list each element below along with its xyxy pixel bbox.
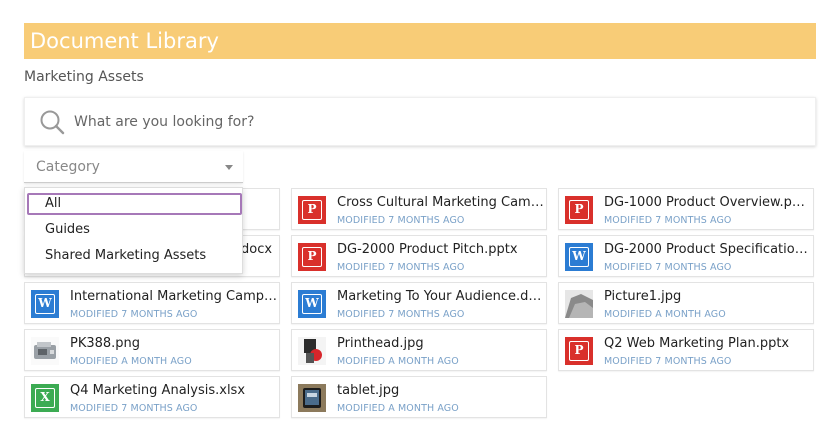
- category-dropdown-menu: All Guides Shared Marketing Assets: [24, 187, 243, 274]
- file-card[interactable]: P DG-2000 Product Pitch.pptx MODIFIED 7 …: [291, 235, 547, 277]
- file-card[interactable]: P Cross Cultural Marketing Campaig... MO…: [291, 188, 547, 230]
- file-name[interactable]: tablet.jpg: [337, 383, 545, 398]
- file-modified: MODIFIED 7 MONTHS AGO: [604, 215, 732, 226]
- file-name[interactable]: Q2 Web Marketing Plan.pptx: [604, 336, 812, 351]
- file-name[interactable]: International Marketing Campaig...: [70, 289, 278, 304]
- file-modified: MODIFIED A MONTH AGO: [337, 403, 459, 414]
- word-icon: W: [298, 290, 326, 318]
- library-subtitle: Marketing Assets: [24, 69, 144, 85]
- file-modified: MODIFIED 7 MONTHS AGO: [337, 215, 465, 226]
- file-card[interactable]: P Q2 Web Marketing Plan.pptx MODIFIED 7 …: [558, 329, 814, 371]
- file-card[interactable]: W International Marketing Campaig... MOD…: [24, 282, 280, 324]
- search-input[interactable]: [74, 110, 774, 134]
- pdf-icon: P: [298, 243, 326, 271]
- file-name[interactable]: Picture1.jpg: [604, 289, 812, 304]
- file-name[interactable]: Cross Cultural Marketing Campaig...: [337, 195, 545, 210]
- word-icon: W: [565, 243, 593, 271]
- search-icon[interactable]: [39, 109, 65, 135]
- file-modified: MODIFIED 7 MONTHS AGO: [604, 356, 732, 367]
- file-name[interactable]: Q4 Marketing Analysis.xlsx: [70, 383, 278, 398]
- page-title: Document Library: [24, 23, 816, 59]
- file-name[interactable]: PK388.png: [70, 336, 278, 351]
- category-select[interactable]: Category: [24, 151, 243, 183]
- file-name[interactable]: DG-2000 Product Specification.docx: [604, 242, 812, 257]
- excel-icon: X: [31, 384, 59, 412]
- category-option-shared-marketing-assets[interactable]: Shared Marketing Assets: [27, 245, 242, 267]
- file-card[interactable]: W DG-2000 Product Specification.docx MOD…: [558, 235, 814, 277]
- file-modified: MODIFIED A MONTH AGO: [70, 356, 192, 367]
- file-name[interactable]: DG-1000 Product Overview.pptx: [604, 195, 812, 210]
- file-name[interactable]: Printhead.jpg: [337, 336, 545, 351]
- pdf-icon: P: [565, 196, 593, 224]
- image-thumbnail: [298, 337, 326, 365]
- category-placeholder: Category: [36, 159, 100, 175]
- file-modified: MODIFIED 7 MONTHS AGO: [70, 309, 198, 320]
- file-modified: MODIFIED 7 MONTHS AGO: [70, 403, 198, 414]
- pdf-icon: P: [565, 337, 593, 365]
- chevron-down-icon: [225, 165, 233, 170]
- category-option-all[interactable]: All: [27, 193, 242, 215]
- file-card[interactable]: tablet.jpg MODIFIED A MONTH AGO: [291, 376, 547, 418]
- file-card[interactable]: PK388.png MODIFIED A MONTH AGO: [24, 329, 280, 371]
- file-card[interactable]: Printhead.jpg MODIFIED A MONTH AGO: [291, 329, 547, 371]
- file-card[interactable]: X Q4 Marketing Analysis.xlsx MODIFIED 7 …: [24, 376, 280, 418]
- file-name[interactable]: DG-2000 Product Pitch.pptx: [337, 242, 545, 257]
- pdf-icon: P: [298, 196, 326, 224]
- file-card[interactable]: Picture1.jpg MODIFIED A MONTH AGO: [558, 282, 814, 324]
- file-modified: MODIFIED A MONTH AGO: [604, 309, 726, 320]
- search-bar: [24, 97, 816, 146]
- category-option-guides[interactable]: Guides: [27, 219, 242, 241]
- image-thumbnail: [31, 337, 59, 365]
- image-thumbnail: [565, 290, 593, 318]
- file-name-fragment[interactable]: docx: [241, 242, 281, 257]
- file-modified: MODIFIED 7 MONTHS AGO: [337, 309, 465, 320]
- word-icon: W: [31, 290, 59, 318]
- file-modified: MODIFIED 7 MONTHS AGO: [337, 262, 465, 273]
- file-name[interactable]: Marketing To Your Audience.docx: [337, 289, 545, 304]
- file-modified: MODIFIED 7 MONTHS AGO: [604, 262, 732, 273]
- file-card[interactable]: W Marketing To Your Audience.docx MODIFI…: [291, 282, 547, 324]
- image-thumbnail: [298, 384, 326, 412]
- file-modified: MODIFIED A MONTH AGO: [337, 356, 459, 367]
- file-card[interactable]: P DG-1000 Product Overview.pptx MODIFIED…: [558, 188, 814, 230]
